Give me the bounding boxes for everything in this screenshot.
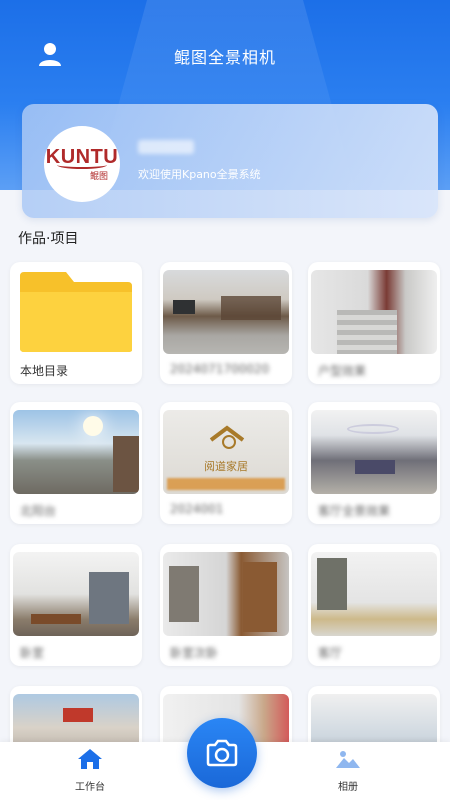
card-label: 2024001: [170, 502, 224, 516]
panorama-thumbnail: [163, 552, 289, 636]
camera-capture-button[interactable]: [187, 718, 257, 788]
card-label: 本地目录: [20, 364, 69, 378]
thumbnail-brand-text: 阅道家居: [204, 460, 248, 473]
home-icon: [78, 749, 102, 769]
album-mountain-icon: [336, 751, 360, 768]
logo-swoosh: [57, 161, 107, 169]
camera-icon: [206, 739, 238, 767]
project-card[interactable]: 客厅全景效果: [308, 402, 440, 524]
project-card[interactable]: 卧室次卧: [160, 544, 292, 666]
card-label: 客厅: [318, 646, 343, 660]
tab-label: 工作台: [75, 782, 105, 793]
tab-label: 相册: [338, 782, 358, 793]
project-card[interactable]: 卧室: [10, 544, 142, 666]
card-label: 卧室: [20, 646, 45, 660]
tab-workbench[interactable]: 工作台: [50, 748, 130, 793]
brand-card: KUNTU 鲲图 欢迎使用Kpano全景系统: [22, 104, 438, 218]
project-card[interactable]: 客厅: [308, 544, 440, 666]
brand-name-blurred: [138, 140, 194, 154]
card-label: 2024071700020: [170, 362, 270, 376]
card-label: 卧室次卧: [170, 646, 219, 660]
panorama-thumbnail: [163, 270, 289, 354]
card-label: 户型效果: [318, 364, 367, 378]
project-card[interactable]: 2024071700020: [160, 262, 292, 384]
tab-album[interactable]: 相册: [308, 748, 388, 793]
logo-subtext: 鲲图: [89, 171, 108, 182]
welcome-text: 欢迎使用Kpano全景系统: [138, 168, 261, 181]
panorama-thumbnail: [311, 270, 437, 354]
panorama-thumbnail: [13, 552, 139, 636]
card-label: 客厅全景效果: [318, 504, 391, 518]
project-card[interactable]: 阅道家居 2024001: [160, 402, 292, 524]
project-card-local[interactable]: 本地目录: [10, 262, 142, 384]
project-card[interactable]: 户型效果: [308, 262, 440, 384]
panorama-thumbnail: 阅道家居: [163, 410, 289, 494]
kuntu-logo: KUNTU 鲲图: [44, 126, 120, 202]
house-logo-icon: [209, 425, 245, 449]
panorama-thumbnail: [311, 552, 437, 636]
project-card[interactable]: 北阳台: [10, 402, 142, 524]
section-title: 作品·项目: [18, 231, 79, 247]
panorama-thumbnail: [311, 410, 437, 494]
card-label: 北阳台: [20, 504, 57, 518]
app-title: 鲲图全景相机: [173, 48, 276, 67]
folder-icon: [20, 272, 132, 352]
panorama-thumbnail: [13, 410, 139, 494]
